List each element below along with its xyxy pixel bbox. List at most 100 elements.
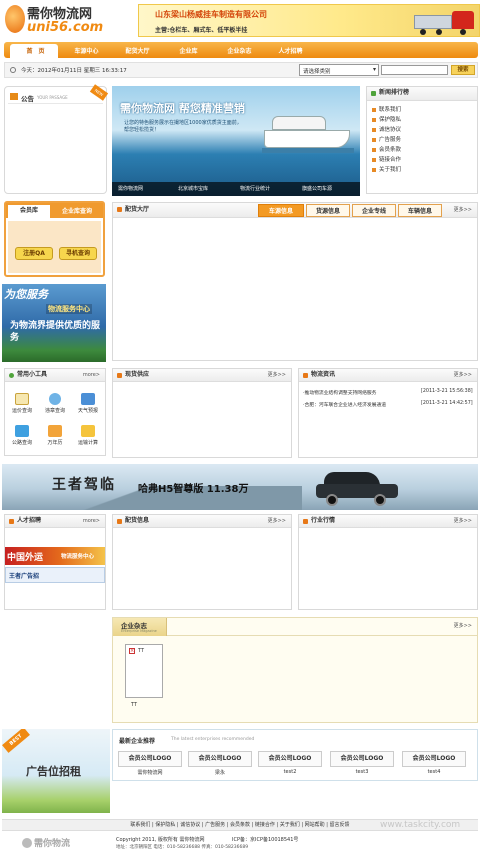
cargo-hall-more[interactable]: 更多>> [454, 203, 472, 217]
cargo-info-more[interactable]: 更多>> [268, 515, 286, 527]
news-title: 物流资讯 [311, 371, 336, 378]
member-login-panel: 会员库 企业库查询 注册QA 寻机查询 [4, 201, 105, 277]
tab-cargo-info[interactable]: 货源信息 [306, 204, 350, 217]
member-name[interactable]: test2 [258, 769, 322, 775]
site-logo[interactable]: 需你物流网 uni56.com [5, 3, 130, 36]
nav-jobs[interactable]: 人才招聘 [265, 46, 316, 55]
list-item[interactable]: 会员条款 [367, 145, 477, 155]
banner-caption-2[interactable]: 北京城市宝库 [178, 185, 208, 192]
tool-calendar[interactable]: 万年历 [42, 425, 68, 446]
member-logo-card[interactable]: 会员公司LOGO [258, 751, 322, 767]
trade-more[interactable]: 更多>> [268, 369, 286, 381]
news-item[interactable]: ·推动物流业结构调整支持网络服务 [2011-3-21 15:56:38] [303, 389, 475, 396]
magazine-more[interactable]: 更多>> [454, 622, 472, 629]
calendar-icon [48, 425, 62, 437]
footer-link[interactable]: 网站帮助 [305, 822, 325, 828]
company-products: 主营:仓栏车、厢式车、低平板半挂 [155, 27, 248, 34]
member-logo-card[interactable]: 会员公司LOGO [330, 751, 394, 767]
list-item[interactable]: 链接合作 [367, 155, 477, 165]
footer-link[interactable]: 留言反馈 [330, 822, 350, 828]
footer-link[interactable]: 关于我们 [280, 822, 300, 828]
search-input[interactable] [381, 65, 448, 75]
member-logo-card[interactable]: 会员公司LOGO [402, 751, 466, 767]
talent-more[interactable]: more> [83, 515, 100, 527]
footer-logo-text: 需你物流 [34, 839, 71, 849]
magazine-tab: 企业杂志 Enterprise Magazine [113, 618, 167, 636]
promo-banner[interactable]: 需你物流网 帮您精准营销 让您的特色服务展示在撮地区1000家优质货主面前，帮您… [112, 86, 360, 196]
footer-contact: 地址：北京朝阳区 电话：010-58236688 传真：010-58236689 [116, 845, 249, 850]
footer-link[interactable]: 保护隐私 [155, 822, 175, 828]
tool-violation-query[interactable]: 违章查询 [42, 393, 68, 414]
tools-title: 常用小工具 [17, 371, 48, 378]
tab-member[interactable]: 会员库 [8, 205, 50, 218]
recommended-subtitle: The latest enterprises recommended [171, 737, 255, 742]
logo-swirl-icon [5, 5, 25, 33]
tool-transport-calc[interactable]: 运输计算 [75, 425, 101, 446]
tool-weather[interactable]: 天气预报 [75, 393, 101, 414]
news-more[interactable]: 更多>> [454, 369, 472, 381]
nav-enterprises[interactable]: 企业库 [163, 46, 214, 55]
member-name[interactable]: test3 [330, 769, 394, 775]
magazine-panel: 企业杂志 Enterprise Magazine 更多>> × TT TT [112, 617, 478, 723]
list-item[interactable]: 诚信协议 [367, 125, 477, 135]
member-logo-card[interactable]: 会员公司LOGO [188, 751, 252, 767]
broken-image-icon: × [129, 648, 135, 654]
ad-slot[interactable]: BEST 广告位招租 [2, 729, 110, 813]
banner-caption-3[interactable]: 物流行业统计 [240, 185, 270, 192]
list-item[interactable]: 关于我们 [367, 165, 477, 175]
nav-home[interactable]: 首 页 [10, 46, 61, 55]
nav-vehicles[interactable]: 车源中心 [61, 46, 112, 55]
tool-freight-query[interactable]: 运价查询 [9, 393, 35, 414]
news-item[interactable]: ·合肥：河车联合企业进入经济发展通道 [2011-3-21 14:42:57] [303, 401, 475, 408]
tool-road-query[interactable]: 公路查询 [9, 425, 35, 446]
list-item[interactable]: 联系我们 [367, 105, 477, 115]
footer-link[interactable]: 会员条款 [230, 822, 250, 828]
ranking-title: 新闻排行榜 [379, 89, 410, 96]
talent-ad-text: 中国外运 [7, 553, 44, 563]
member-name[interactable]: test4 [402, 769, 466, 775]
company-name: 山东梁山杨威挂车制造有限公司 [155, 10, 267, 19]
banner-caption-4[interactable]: 旗盛公司车源 [302, 185, 332, 192]
ferry-image [262, 112, 354, 156]
member-name[interactable]: 需你物流网 [118, 769, 182, 776]
tools-more[interactable]: more> [83, 369, 100, 381]
search-button[interactable]: 搜索 [451, 65, 475, 75]
tab-enterprise-lines[interactable]: 企业专线 [352, 204, 396, 217]
magazine-item-name[interactable]: TT [131, 702, 137, 708]
service-ad-line3: 为物流界提供优质的服务 [10, 321, 101, 343]
car-ad-banner[interactable]: 王者驾临 哈弗H5智尊版 11.38万 [2, 464, 478, 510]
chevron-down-icon: ▾ [372, 66, 376, 73]
list-item[interactable]: 广告服务 [367, 135, 477, 145]
member-name[interactable]: 梁永 [188, 769, 252, 776]
header-company-ad[interactable]: 山东梁山杨威挂车制造有限公司 主营:仓栏车、厢式车、低平板半挂 [138, 4, 480, 37]
tab-vehicle-info[interactable]: 车源信息 [258, 204, 304, 217]
list-item[interactable]: 保护隐私 [367, 115, 477, 125]
talent-header: 人才招聘 more> [5, 515, 105, 528]
category-select[interactable]: 请选择类别 ▾ [299, 64, 379, 76]
service-ad-line2: 物流服务中心 [46, 304, 92, 314]
talent-ad[interactable]: 中国外运 物流服务中心 [5, 547, 105, 565]
notice-subtitle: YOUR PASSAGE [37, 95, 68, 100]
notice-panel: 公告 YOUR PASSAGE NEW [4, 84, 109, 194]
footer-link[interactable]: 联系我们 [130, 822, 150, 828]
industry-more[interactable]: 更多>> [454, 515, 472, 527]
footer-link[interactable]: 链接合作 [255, 822, 275, 828]
magazine-cover[interactable]: × TT [125, 644, 163, 698]
talent-link[interactable]: 王者广告招 [9, 571, 39, 580]
search-machine-button[interactable]: 寻机查询 [59, 247, 97, 260]
current-date: 今天：2012年01月11日 星期三 16:33:17 [21, 68, 127, 74]
nav-cargo-hall[interactable]: 配货大厅 [112, 46, 163, 55]
magazine-cover-alt: TT [138, 648, 145, 654]
tab-enterprise-search[interactable]: 企业库查询 [54, 206, 100, 215]
register-button[interactable]: 注册QA [15, 247, 53, 260]
recommended-title: 最新企业推荐 [119, 738, 156, 745]
nav-magazine[interactable]: 企业杂志 [214, 46, 265, 55]
tab-car-info[interactable]: 车辆信息 [398, 204, 442, 217]
login-tabs: 会员库 企业库查询 [6, 203, 103, 218]
member-logo-card[interactable]: 会员公司LOGO [118, 751, 182, 767]
talent-title: 人才招聘 [17, 517, 42, 524]
footer-link[interactable]: 广告服务 [205, 822, 225, 828]
banner-caption-1[interactable]: 需你物流网 [118, 185, 143, 192]
footer-link[interactable]: 诚信协议 [180, 822, 200, 828]
service-ad[interactable]: 为您服务 物流服务中心 为物流界提供优质的服务 [2, 284, 106, 362]
